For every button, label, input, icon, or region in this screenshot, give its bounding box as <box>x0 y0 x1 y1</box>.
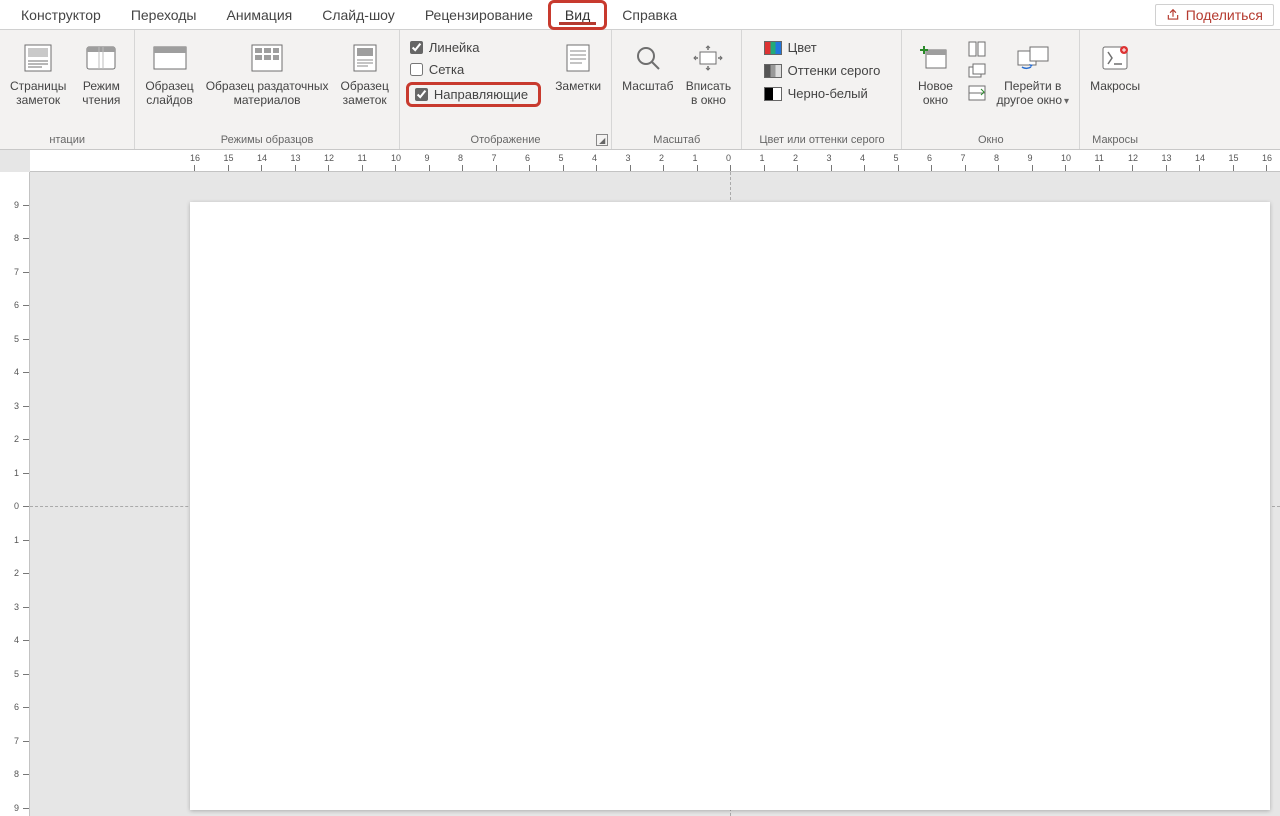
share-button[interactable]: Поделиться <box>1155 4 1274 26</box>
tab-review[interactable]: Рецензирование <box>410 2 548 27</box>
notes-pane-label: Заметки <box>555 80 601 94</box>
move-split-button[interactable] <box>966 82 988 104</box>
new-window-l1: Новое <box>918 79 953 93</box>
color-mode-label: Цвет <box>788 40 817 55</box>
fit-window-icon <box>690 40 726 76</box>
ribbon: Страницызаметок Режимчтения нтации Образ… <box>0 30 1280 150</box>
color-swatch-icon <box>764 41 782 55</box>
group-color: Цвет Оттенки серого Черно-белый Цвет или… <box>742 30 902 149</box>
notes-pane-icon <box>560 40 596 76</box>
ruler-checkbox-input[interactable] <box>410 41 423 54</box>
handout-master-icon <box>249 40 285 76</box>
zoom-button[interactable]: Масштаб <box>618 34 677 96</box>
notes-master-button[interactable]: Образецзаметок <box>337 34 393 110</box>
notes-pages-l2: заметок <box>16 93 60 107</box>
macros-button[interactable]: Макросы <box>1086 34 1144 96</box>
ruler-label: Линейка <box>429 40 480 55</box>
new-window-l2: окно <box>923 93 948 107</box>
slide-master-button[interactable]: Образецслайдов <box>141 34 197 110</box>
group-window-label: Окно <box>908 132 1073 149</box>
show-dialog-launcher[interactable]: ◢ <box>596 134 608 146</box>
group-show: Линейка Сетка Направляющие Заметки <box>400 30 612 149</box>
group-zoom-label: Масштаб <box>618 132 735 149</box>
bw-mode-button[interactable]: Черно-белый <box>760 84 885 103</box>
slide[interactable] <box>190 202 1270 810</box>
chevron-down-icon: ▾ <box>1064 96 1069 107</box>
group-window: Новоеокно Перейти вдругое окно▾ Окно <box>902 30 1080 149</box>
share-label: Поделиться <box>1186 7 1263 23</box>
guides-checkbox[interactable]: Направляющие <box>411 85 532 104</box>
group-zoom: Масштаб Вписатьв окно Масштаб <box>612 30 742 149</box>
switch-l1: Перейти в <box>1004 79 1061 93</box>
workspace: 1615141312111098765432101234567891011121… <box>0 150 1280 816</box>
group-master-views: Образецслайдов Образец раздаточныхматери… <box>135 30 400 149</box>
macros-icon <box>1097 40 1133 76</box>
fit-window-button[interactable]: Вписатьв окно <box>681 34 735 110</box>
new-window-icon <box>917 40 953 76</box>
switch-window-icon <box>1015 40 1051 76</box>
group-presentation-label: нтации <box>6 132 128 149</box>
notes-pane-button[interactable]: Заметки <box>551 34 605 96</box>
switch-l2: другое окно <box>996 93 1062 107</box>
slide-master-icon <box>152 40 188 76</box>
guides-label: Направляющие <box>434 87 528 102</box>
group-master-label: Режимы образцов <box>141 132 393 149</box>
cascade-button[interactable] <box>966 60 988 82</box>
grid-label: Сетка <box>429 62 464 77</box>
tab-animation[interactable]: Анимация <box>212 2 308 27</box>
grid-checkbox[interactable]: Сетка <box>406 60 541 79</box>
slide-canvas-area[interactable] <box>30 172 1280 816</box>
grid-checkbox-input[interactable] <box>410 63 423 76</box>
group-macros: Макросы Макросы <box>1080 30 1150 149</box>
grayscale-mode-button[interactable]: Оттенки серого <box>760 61 885 80</box>
group-color-label: Цвет или оттенки серого <box>748 132 895 149</box>
arrange-all-button[interactable] <box>966 38 988 60</box>
tab-view[interactable]: Вид <box>548 0 607 30</box>
new-window-button[interactable]: Новоеокно <box>908 34 962 110</box>
guides-checkbox-input[interactable] <box>415 88 428 101</box>
ruler-checkbox[interactable]: Линейка <box>406 38 541 57</box>
notes-master-l1: Образец <box>341 79 389 93</box>
grayscale-mode-label: Оттенки серого <box>788 63 881 78</box>
notes-master-l2: заметок <box>343 93 387 107</box>
tabs-row: Конструктор Переходы Анимация Слайд-шоу … <box>0 0 1280 30</box>
switch-window-button[interactable]: Перейти вдругое окно▾ <box>992 34 1073 110</box>
group-presentation-views: Страницызаметок Режимчтения нтации <box>0 30 135 149</box>
tab-transitions[interactable]: Переходы <box>116 2 212 27</box>
reading-view-l2: чтения <box>82 93 120 107</box>
notes-pages-button[interactable]: Страницызаметок <box>6 34 70 110</box>
zoom-label: Масштаб <box>622 80 673 94</box>
notes-master-icon <box>347 40 383 76</box>
bw-mode-label: Черно-белый <box>788 86 868 101</box>
group-show-label: Отображение <box>406 132 605 149</box>
group-macros-label: Макросы <box>1086 132 1144 149</box>
share-icon <box>1166 8 1180 22</box>
reading-view-icon <box>83 40 119 76</box>
handout-master-button[interactable]: Образец раздаточныхматериалов <box>202 34 333 110</box>
vertical-ruler[interactable]: 9876543210123456789 <box>0 172 30 816</box>
reading-view-button[interactable]: Режимчтения <box>74 34 128 110</box>
bw-swatch-icon <box>764 87 782 101</box>
horizontal-ruler[interactable]: 1615141312111098765432101234567891011121… <box>30 150 1280 172</box>
notes-pages-l1: Страницы <box>10 79 66 93</box>
zoom-icon <box>630 40 666 76</box>
slide-master-l1: Образец <box>145 79 193 93</box>
tab-slideshow[interactable]: Слайд-шоу <box>307 2 410 27</box>
handout-master-l1: Образец раздаточных <box>206 79 329 93</box>
fit-l1: Вписать <box>686 79 731 93</box>
handout-master-l2: материалов <box>234 93 301 107</box>
grayscale-swatch-icon <box>764 64 782 78</box>
window-arrange-column <box>966 34 988 104</box>
macros-label: Макросы <box>1090 80 1140 94</box>
tab-designer[interactable]: Конструктор <box>6 2 116 27</box>
color-mode-button[interactable]: Цвет <box>760 38 885 57</box>
slide-master-l2: слайдов <box>146 93 192 107</box>
fit-l2: в окно <box>691 93 726 107</box>
notes-pages-icon <box>20 40 56 76</box>
reading-view-l1: Режим <box>83 79 120 93</box>
tab-help[interactable]: Справка <box>607 2 692 27</box>
